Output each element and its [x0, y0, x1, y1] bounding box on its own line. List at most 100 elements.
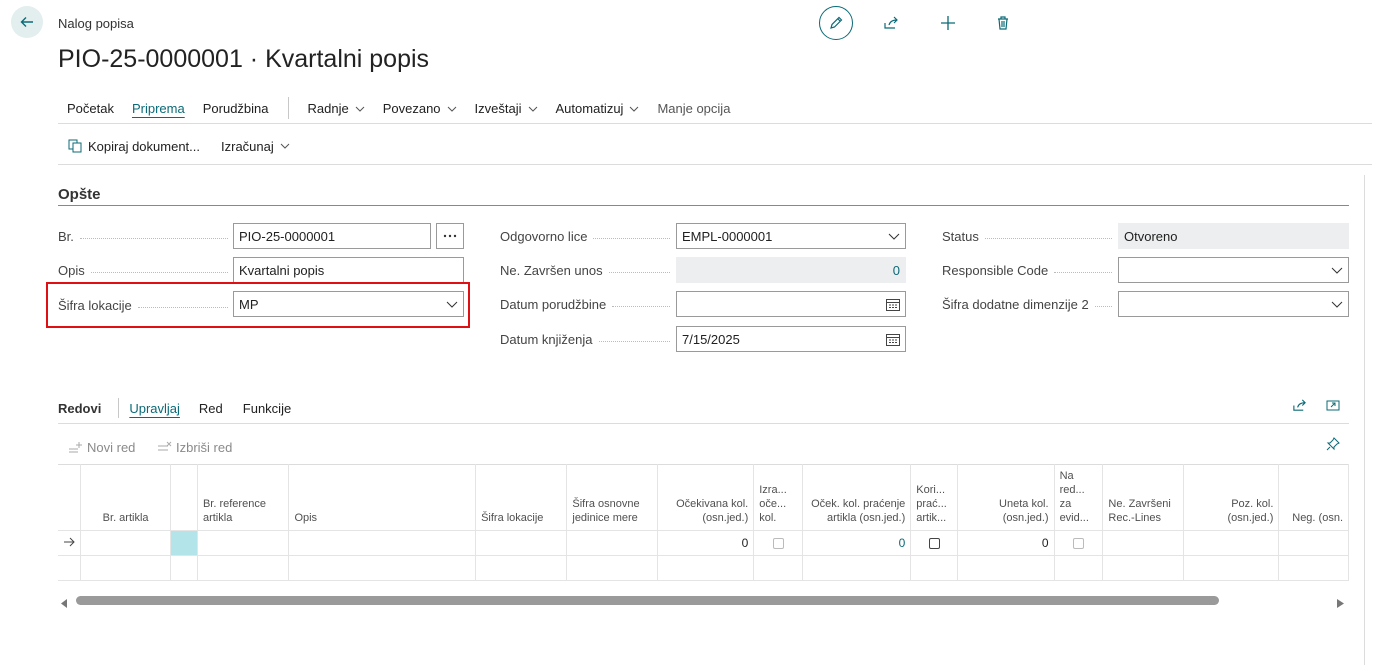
cell[interactable]: [170, 554, 198, 581]
scroll-right-button[interactable]: [1337, 596, 1344, 611]
cell[interactable]: [657, 554, 755, 581]
menu-radnje[interactable]: Radnje: [308, 101, 365, 116]
plus-icon: [941, 16, 955, 30]
cell-calc-expected: [753, 529, 804, 555]
col-entered-qty[interactable]: Uneta kol. (osn.jed.): [957, 464, 1055, 530]
cell[interactable]: [475, 554, 568, 581]
delete-row-icon: [158, 441, 172, 451]
cell[interactable]: [910, 554, 959, 581]
copy-document-button[interactable]: Kopiraj dokument...: [68, 136, 200, 156]
col-location[interactable]: Šifra lokacije: [475, 464, 568, 530]
status-label: Status: [942, 229, 1112, 244]
pin-button[interactable]: [1326, 437, 1340, 454]
col-unfinished-lines[interactable]: Ne. Završeni Rec.-Lines: [1102, 464, 1184, 530]
cell[interactable]: [753, 554, 804, 581]
trash-icon: [998, 16, 1008, 30]
col-expected-qty[interactable]: Očekivana kol. (osn.jed.): [657, 464, 755, 530]
cell-use-tracking[interactable]: [910, 529, 959, 555]
tab-manage[interactable]: Upravljaj: [129, 401, 180, 416]
col-use-tracking[interactable]: Kori... prać... artik...: [910, 464, 959, 530]
row-indicator: [58, 554, 81, 581]
cell[interactable]: [957, 554, 1055, 581]
checkbox[interactable]: [928, 537, 940, 549]
cell[interactable]: [1183, 554, 1280, 581]
cell[interactable]: [1278, 554, 1349, 581]
tab-functions[interactable]: Funkcije: [243, 401, 291, 416]
tab-line[interactable]: Red: [199, 401, 223, 416]
share-button[interactable]: [874, 6, 908, 40]
menu-automatizuj[interactable]: Automatizuj: [556, 101, 640, 116]
highlight-box: [46, 282, 470, 328]
col-variant[interactable]: [170, 464, 198, 530]
expand-icon: [1326, 400, 1340, 411]
col-pos-qty[interactable]: Poz. kol. (osn.jed.): [1183, 464, 1280, 530]
page-scrollbar[interactable]: [1364, 175, 1365, 665]
cell-tracking-qty[interactable]: 0: [802, 529, 912, 555]
cell[interactable]: [1054, 554, 1104, 581]
chevron-down-icon: [447, 106, 456, 112]
cell-entered-qty[interactable]: 0: [957, 529, 1055, 555]
new-button[interactable]: [931, 6, 965, 40]
calendar-icon[interactable]: [886, 333, 900, 346]
calculate-dropdown[interactable]: Izračunaj: [221, 136, 290, 156]
breadcrumb: Nalog popisa: [58, 16, 134, 31]
order-date-field[interactable]: [676, 291, 906, 317]
no-label: Br.: [58, 229, 228, 244]
cell-unfinished-lines: [1102, 529, 1184, 555]
chevron-down-icon: [630, 106, 639, 112]
posting-date-value: 7/15/2025: [682, 331, 740, 347]
responsible-value: EMPL-0000001: [682, 228, 773, 244]
dimension-select[interactable]: [1118, 291, 1349, 317]
cell-variant[interactable]: [170, 529, 198, 555]
new-row-button[interactable]: Novi red: [68, 437, 135, 457]
cell-item-no[interactable]: [80, 529, 172, 555]
menu-divider: [287, 97, 289, 119]
col-tracking-qty[interactable]: Oček. kol. praćenje artikla (osn.jed.): [802, 464, 912, 530]
delete-button[interactable]: [986, 6, 1020, 40]
lines-share-button[interactable]: [1292, 398, 1307, 416]
col-item-no[interactable]: Br. artikla: [80, 464, 172, 530]
col-uom[interactable]: Šifra osnovne jedinice mere: [566, 464, 658, 530]
cell[interactable]: [802, 554, 912, 581]
horizontal-scrollbar-thumb[interactable]: [76, 596, 1219, 605]
col-calc-expected[interactable]: Izra... oče... kol.: [753, 464, 804, 530]
cell-item-ref[interactable]: [197, 529, 290, 555]
assist-edit-button[interactable]: [436, 223, 464, 249]
lines-header-divider: [58, 423, 1349, 424]
share-icon: [1293, 399, 1306, 411]
expand-button[interactable]: [1326, 398, 1340, 415]
responsible-select[interactable]: EMPL-0000001: [676, 223, 906, 249]
menu-pocetak[interactable]: Početak: [67, 101, 114, 116]
posting-date-field[interactable]: 7/15/2025: [676, 326, 906, 352]
cell-location[interactable]: [475, 529, 568, 555]
no-field[interactable]: PIO-25-0000001: [233, 223, 431, 249]
table-row[interactable]: [58, 554, 1349, 581]
cell[interactable]: [566, 554, 658, 581]
order-date-label: Datum porudžbine: [500, 297, 670, 312]
menu-porudzbina[interactable]: Porudžbina: [203, 101, 269, 116]
menu-less-options[interactable]: Manje opcija: [657, 101, 730, 116]
col-neg-qty[interactable]: Neg. (osn.: [1278, 464, 1349, 530]
cell[interactable]: [197, 554, 290, 581]
col-on-order[interactable]: Na red... za evid...: [1054, 464, 1104, 530]
col-item-ref[interactable]: Br. reference artikla: [197, 464, 290, 530]
cell-description[interactable]: [288, 529, 477, 555]
table-row[interactable]: 0 0 0: [58, 529, 1349, 555]
menu-izvestaji[interactable]: Izveštaji: [475, 101, 538, 116]
cell[interactable]: [80, 554, 172, 581]
cell[interactable]: [1102, 554, 1184, 581]
menu-povezano[interactable]: Povezano: [383, 101, 457, 116]
calendar-icon[interactable]: [886, 298, 900, 311]
chevron-down-icon: [888, 233, 900, 240]
back-button[interactable]: [11, 6, 43, 38]
lines-table: Br. artikla Br. reference artikla Opis Š…: [58, 464, 1349, 581]
responsible-code-select[interactable]: [1118, 257, 1349, 283]
description-field[interactable]: Kvartalni popis: [233, 257, 464, 283]
cell-uom[interactable]: [566, 529, 658, 555]
delete-row-button[interactable]: Izbriši red: [157, 437, 232, 457]
menu-priprema[interactable]: Priprema: [132, 101, 185, 116]
edit-button[interactable]: [819, 6, 853, 40]
scroll-left-button[interactable]: [61, 596, 68, 611]
cell[interactable]: [288, 554, 477, 581]
col-description[interactable]: Opis: [288, 464, 477, 530]
